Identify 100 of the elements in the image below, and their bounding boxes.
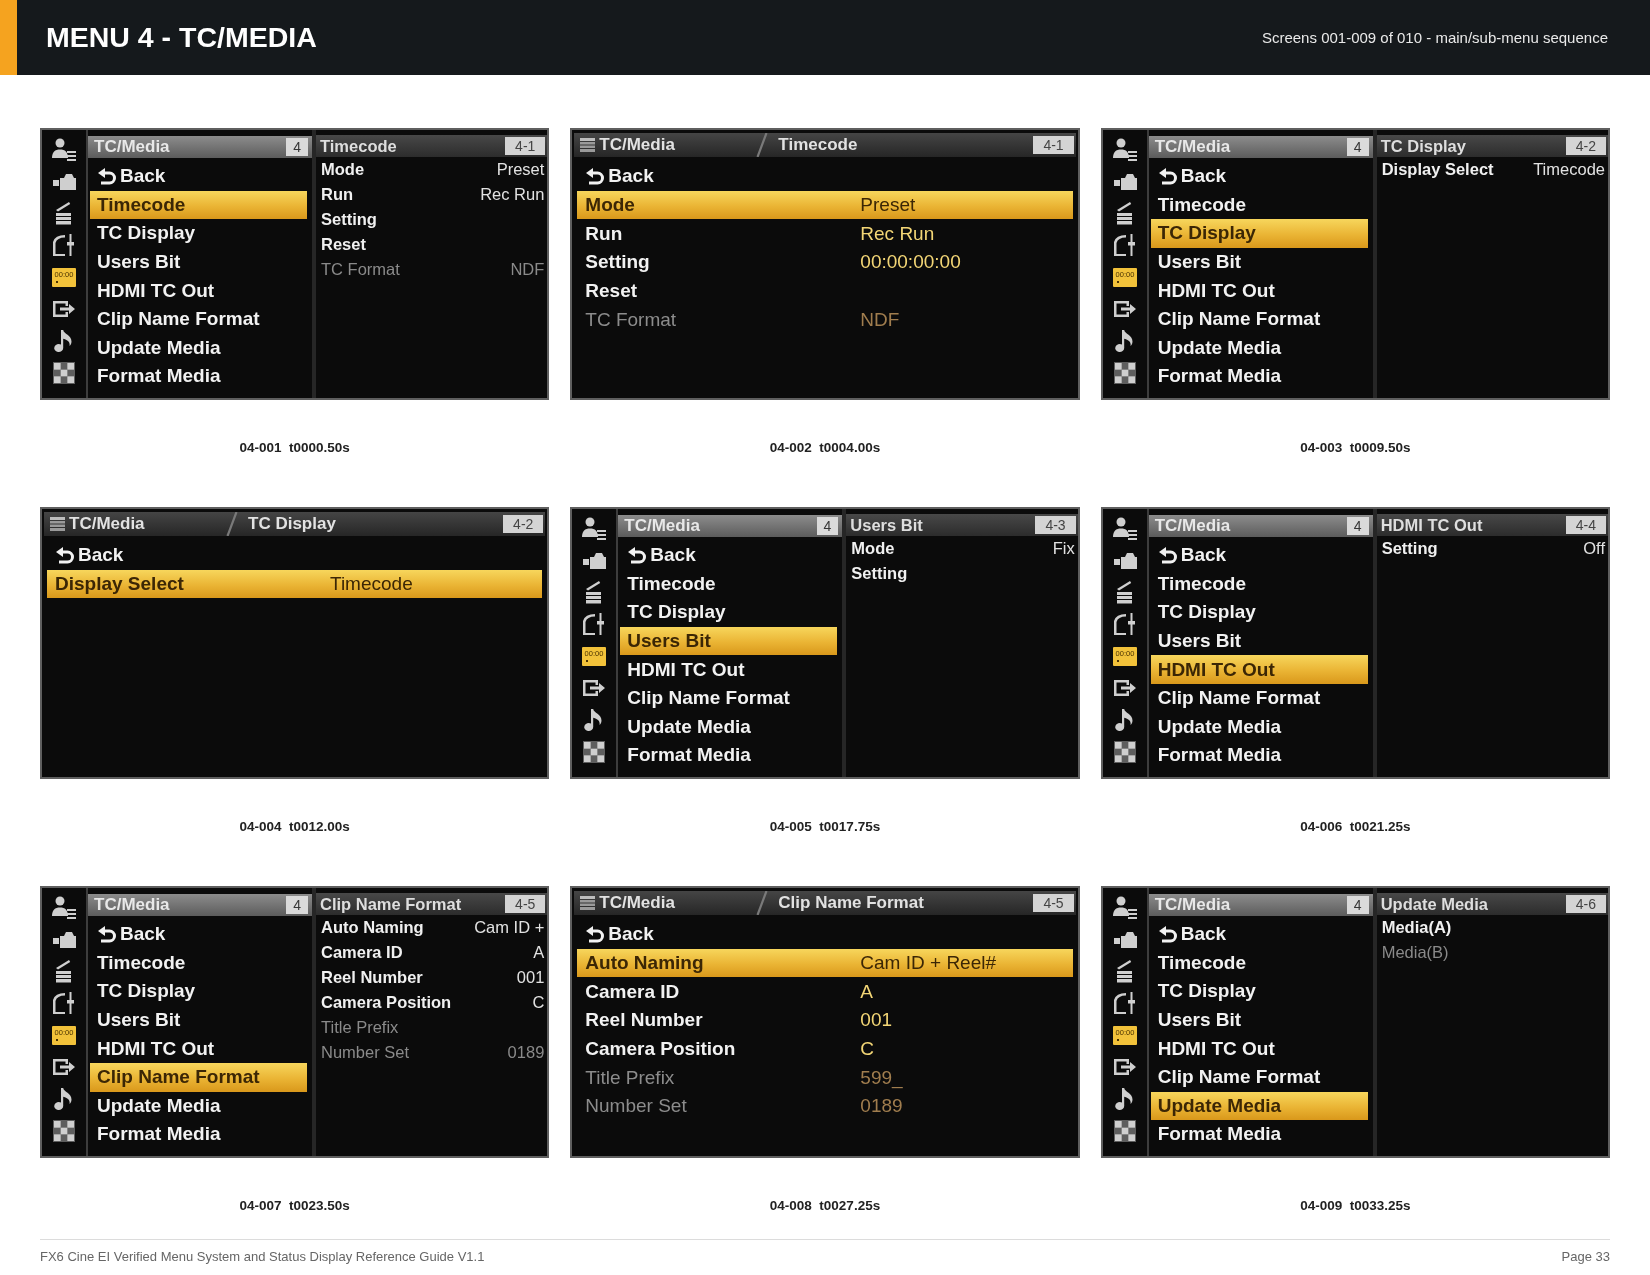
menu-item[interactable]: Timecode	[1150, 569, 1368, 599]
screen-caption: 04-002 t0004.00s	[769, 440, 881, 456]
menu-item[interactable]: HDMI TC Out	[1150, 1034, 1368, 1063]
setting-row[interactable]: Camera Position C	[577, 1034, 1073, 1064]
back-item[interactable]: Back	[1150, 162, 1368, 191]
menu-item[interactable]: Clip Name Format	[620, 683, 838, 713]
curve-slider-icon[interactable]	[52, 991, 76, 1015]
submenu-number-badge: 4-3	[1035, 516, 1076, 534]
checkerboard-icon[interactable]	[53, 1120, 75, 1142]
submenu-number-badge: 4-1	[1033, 136, 1074, 154]
person-list-icon[interactable]	[52, 895, 76, 919]
checkerboard-icon[interactable]	[53, 362, 75, 384]
menu-item[interactable]: Format Media	[620, 741, 838, 770]
menu-item[interactable]: TC Display	[90, 219, 307, 248]
menu-item[interactable]: Timecode	[90, 948, 307, 978]
person-list-icon[interactable]	[52, 137, 76, 161]
breadcrumb-parent: TC/Media	[599, 135, 675, 155]
back-item[interactable]: Back	[577, 162, 1073, 191]
breadcrumb-parent: TC/Media	[599, 893, 675, 913]
menu-item[interactable]: HDMI TC Out	[90, 276, 307, 305]
menu-item[interactable]: Clip Name Format	[90, 1062, 307, 1092]
curve-slider-icon[interactable]	[582, 612, 607, 636]
menu-item[interactable]: Users Bit	[1150, 626, 1368, 656]
list-icon	[580, 896, 596, 910]
back-item[interactable]: Back	[90, 162, 307, 191]
menu-item[interactable]: Users Bit	[1150, 247, 1368, 277]
screen-caption: 04-005 t0017.75s	[769, 819, 881, 835]
setting-row[interactable]: Reset	[577, 276, 1073, 306]
menu-item[interactable]: HDMI TC Out	[1150, 655, 1368, 684]
menu-item[interactable]: Timecode	[1150, 190, 1368, 220]
menu-item[interactable]: Users Bit	[620, 626, 838, 656]
menu-item[interactable]: Timecode	[1150, 948, 1368, 978]
setting-label: Setting	[321, 210, 377, 229]
menu-item[interactable]: Update Media	[1150, 712, 1368, 742]
person-list-icon[interactable]	[1112, 516, 1137, 540]
menu-item[interactable]: Users Bit	[90, 247, 307, 277]
setting-label: Camera Position	[321, 993, 452, 1012]
menu-item[interactable]: Users Bit	[1150, 1005, 1368, 1035]
submenu-number-badge: 4-6	[1565, 895, 1606, 913]
menu-item[interactable]: Clip Name Format	[90, 304, 307, 334]
slash-separator-icon	[756, 133, 769, 157]
menu-item[interactable]: Clip Name Format	[1150, 304, 1368, 334]
menu-item[interactable]: HDMI TC Out	[1150, 276, 1368, 305]
checkerboard-icon[interactable]	[583, 741, 606, 763]
menu-item[interactable]: TC Display	[1150, 219, 1368, 248]
curve-slider-icon[interactable]	[1112, 612, 1137, 636]
menu-item[interactable]: Format Media	[1150, 1120, 1368, 1149]
menu-item[interactable]: TC Display	[1150, 977, 1368, 1006]
menu-item[interactable]: Update Media	[1150, 1091, 1368, 1121]
menu-item[interactable]: Clip Name Format	[1150, 683, 1368, 713]
setting-value: Fix	[1052, 539, 1075, 558]
menu-item[interactable]: TC Display	[1150, 598, 1368, 627]
curve-slider-icon[interactable]	[52, 233, 76, 257]
setting-row[interactable]: Camera ID A	[577, 977, 1073, 1007]
back-item[interactable]: Back	[577, 920, 1073, 949]
person-list-icon[interactable]	[582, 516, 607, 540]
menu-title: TC/Media	[1154, 895, 1231, 915]
setting-row[interactable]: Run Rec Run	[577, 219, 1073, 249]
menu-item[interactable]: Format Media	[90, 362, 307, 391]
checkerboard-icon[interactable]	[1113, 741, 1136, 763]
person-list-icon[interactable]	[1112, 137, 1137, 161]
submenu-title: TC Display	[1380, 136, 1466, 156]
menu-item[interactable]: Timecode	[620, 569, 838, 599]
person-list-icon[interactable]	[1112, 895, 1137, 919]
curve-slider-icon[interactable]	[1112, 991, 1137, 1015]
menu-item[interactable]: Timecode	[90, 190, 307, 220]
back-item[interactable]: Back	[1150, 541, 1368, 570]
menu-item[interactable]: Update Media	[90, 333, 307, 363]
checkerboard-icon[interactable]	[1113, 1120, 1136, 1142]
setting-row[interactable]: Display Select Timecode	[47, 569, 543, 599]
menu-item[interactable]: Users Bit	[90, 1005, 307, 1035]
back-item[interactable]: Back	[90, 920, 307, 949]
menu-item[interactable]: HDMI TC Out	[90, 1034, 307, 1063]
menu-item[interactable]: Update Media	[1150, 333, 1368, 363]
setting-label: Setting	[851, 564, 908, 583]
curve-slider-icon[interactable]	[1112, 233, 1137, 257]
menu-item[interactable]: Format Media	[1150, 741, 1368, 770]
setting-row[interactable]: Mode Preset	[577, 190, 1073, 220]
menu-item[interactable]: Update Media	[620, 712, 838, 742]
setting-label: Run	[321, 185, 354, 204]
page-subtitle: Screens 001-009 of 010 - main/sub-menu sequence	[1261, 29, 1608, 46]
slash-separator-icon	[226, 512, 238, 536]
setting-label: Media(B)	[1381, 943, 1449, 962]
back-item[interactable]: Back	[1150, 920, 1368, 949]
checkerboard-icon[interactable]	[1113, 362, 1136, 384]
menu-item[interactable]: Format Media	[90, 1120, 307, 1149]
screen-caption: 04-001 t0000.50s	[239, 440, 350, 456]
menu-item[interactable]: HDMI TC Out	[620, 655, 838, 684]
back-item[interactable]: Back	[47, 541, 543, 570]
setting-value: Preset	[496, 160, 545, 179]
menu-item[interactable]: TC Display	[620, 598, 838, 627]
submenu-number-badge: 4-4	[1565, 516, 1606, 534]
menu-item[interactable]: Format Media	[1150, 362, 1368, 391]
back-item[interactable]: Back	[620, 541, 838, 570]
menu-item[interactable]: Clip Name Format	[1150, 1062, 1368, 1092]
setting-row[interactable]: Reel Number 001	[577, 1006, 1073, 1035]
setting-row[interactable]: Setting 00:00:00:00	[577, 248, 1073, 277]
menu-item[interactable]: Update Media	[90, 1091, 307, 1121]
menu-item[interactable]: TC Display	[90, 977, 307, 1006]
setting-row[interactable]: Auto Naming Cam ID + Reel#	[577, 948, 1073, 978]
